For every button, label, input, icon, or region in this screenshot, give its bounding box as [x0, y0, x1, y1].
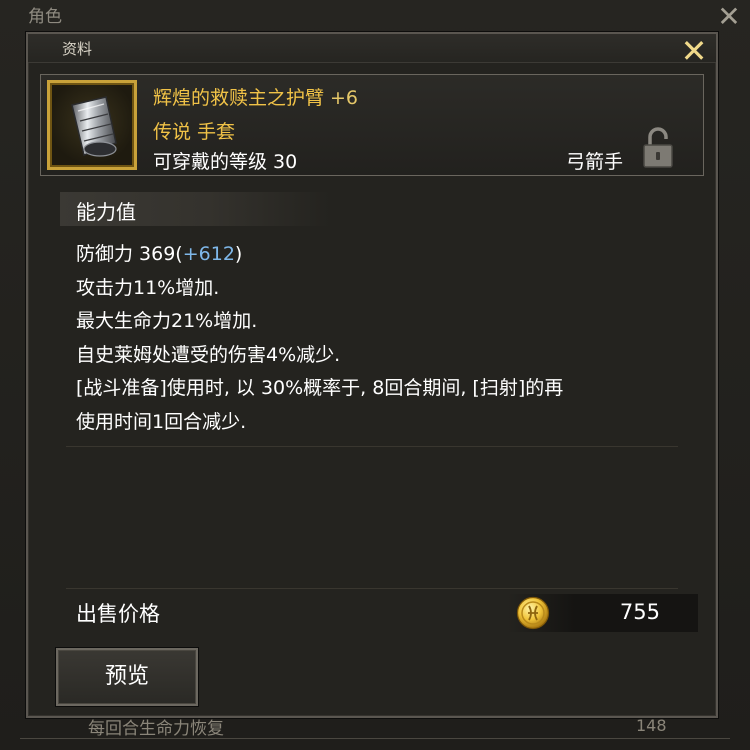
stat-line: 自史莱姆处遭受的伤害4%减少. [76, 343, 341, 366]
item-type: 传说 手套 [153, 121, 236, 143]
stats-section-header: 能力值 [60, 192, 330, 226]
item-info-panel: 资料 ✕ 辉煌的救赎主之护臂 +6 传说 手套 可穿戴的等级 30 弓箭手 能力… [26, 32, 718, 718]
defense-close: ) [234, 243, 243, 265]
defense-bonus: +612 [182, 243, 235, 265]
stat-defense: 防御力 369(+612) [76, 238, 676, 272]
item-name: 辉煌的救赎主之护臂 +6 [153, 83, 358, 110]
stat-line: 使用时间1回合减少. [76, 410, 247, 433]
divider [20, 738, 730, 739]
sell-price-value: 755 [619, 600, 660, 624]
stats-list: 防御力 369(+612) 攻击力11%增加. 最大生命力21%增加. 自史莱姆… [76, 238, 676, 439]
character-window-close-icon[interactable]: ✕ [714, 2, 744, 32]
character-window-title: 角色 [28, 7, 62, 27]
item-class: 弓箭手 [565, 151, 623, 173]
panel-title: 资料 [62, 40, 93, 58]
stat-line: [战斗准备]使用时, 以 30%概率于, 8回合期间, [扫射]的再 [76, 377, 564, 399]
preview-button[interactable]: 预览 [56, 648, 198, 706]
sell-price-label: 出售价格 [76, 602, 160, 626]
divider [66, 588, 678, 589]
panel-header: 资料 ✕ [28, 34, 716, 67]
enhancement-level: +6 [330, 87, 359, 109]
item-card: 辉煌的救赎主之护臂 +6 传说 手套 可穿戴的等级 30 弓箭手 [40, 74, 704, 176]
stats-header-label: 能力值 [76, 200, 136, 224]
gold-coin-icon [516, 596, 550, 630]
lock-icon[interactable] [641, 125, 675, 169]
level-requirement: 可穿戴的等级 30 [153, 151, 298, 173]
close-icon[interactable]: ✕ [678, 35, 710, 68]
stat-line: 攻击力11%增加. [76, 276, 220, 299]
stat-line: 最大生命力21%增加. [76, 310, 258, 332]
defense-label: 防御力 369( [76, 243, 183, 265]
item-name-text: 辉煌的救赎主之护臂 [153, 87, 325, 109]
divider [66, 446, 678, 447]
gauntlet-icon [71, 96, 117, 157]
hp-regen-value: 148 [636, 716, 667, 735]
item-slot[interactable] [47, 80, 137, 170]
